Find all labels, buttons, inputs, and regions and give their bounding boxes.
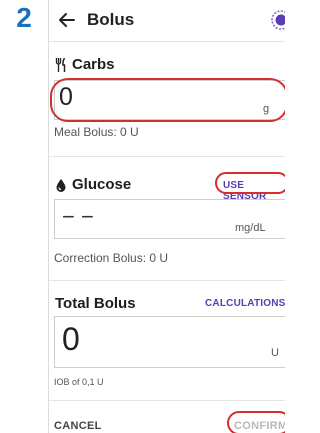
glucose-value: − − <box>62 204 94 229</box>
glucose-input[interactable]: − − mg/dL <box>54 199 285 239</box>
section-divider <box>49 280 285 281</box>
blood-drop-icon <box>56 178 66 192</box>
sensor-status-icon <box>271 10 285 30</box>
carbs-unit: g <box>263 103 270 115</box>
bolus-screen: Bolus Carbs 0 g Meal Bolus: 0 U Glucose … <box>48 0 285 433</box>
confirm-button[interactable]: CONFIRM <box>234 420 285 432</box>
page-title: Bolus <box>87 10 135 29</box>
total-bolus-value: 0 <box>62 321 80 357</box>
cancel-button[interactable]: CANCEL <box>54 420 102 432</box>
total-bolus-title: Total Bolus <box>55 295 136 312</box>
total-bolus-unit: U <box>271 347 279 359</box>
iob-text: IOB of 0,1 U <box>54 377 104 387</box>
footer-divider <box>49 400 285 401</box>
glucose-unit: mg/dL <box>235 222 266 234</box>
glucose-section-title: Glucose <box>55 176 131 193</box>
carbs-section-title: Carbs <box>55 56 115 73</box>
fork-knife-icon <box>55 57 66 72</box>
glucose-title: Glucose <box>72 176 132 193</box>
section-divider <box>49 156 285 157</box>
carbs-title: Carbs <box>72 56 115 73</box>
total-bolus-section-title: Total Bolus <box>55 295 136 312</box>
step-number: 2 <box>16 2 32 33</box>
meal-bolus-text: Meal Bolus: 0 U <box>54 125 139 139</box>
calculations-button[interactable]: CALCULATIONS <box>205 298 285 309</box>
total-bolus-field: 0 U <box>54 316 285 368</box>
carbs-value: 0 <box>59 83 73 111</box>
top-app-bar: Bolus <box>49 0 285 42</box>
correction-bolus-text: Correction Bolus: 0 U <box>54 251 169 265</box>
back-arrow-icon[interactable] <box>57 10 77 30</box>
carbs-input[interactable]: 0 g <box>54 80 285 120</box>
